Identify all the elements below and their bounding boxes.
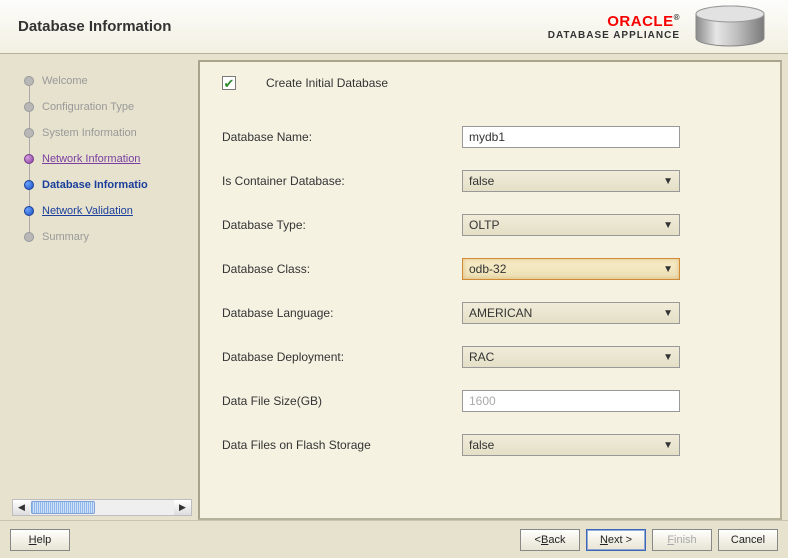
select-db-language[interactable]: AMERICAN ▼ <box>462 302 680 324</box>
label-data-on-flash: Data Files on Flash Storage <box>222 438 452 452</box>
select-value: false <box>469 438 494 452</box>
label-db-type: Database Type: <box>222 218 452 232</box>
step-label[interactable]: Network Information <box>42 153 140 165</box>
step-config-type: Configuration Type <box>6 94 192 120</box>
select-data-on-flash[interactable]: false ▼ <box>462 434 680 456</box>
step-database-info[interactable]: Database Informatio <box>6 172 192 198</box>
select-value: odb-32 <box>469 262 506 276</box>
step-label: System Information <box>42 127 137 139</box>
select-value: false <box>469 174 494 188</box>
label-db-deployment: Database Deployment: <box>222 350 452 364</box>
scroll-right-icon[interactable]: ▶ <box>174 500 191 515</box>
step-label: Configuration Type <box>42 101 134 113</box>
cancel-button[interactable]: Cancel <box>718 529 778 551</box>
step-network-info[interactable]: Network Information <box>6 146 192 172</box>
step-label: Welcome <box>42 75 88 87</box>
select-db-deployment[interactable]: RAC ▼ <box>462 346 680 368</box>
finish-button: Finish <box>652 529 712 551</box>
step-dot-icon <box>24 232 34 242</box>
step-dot-icon <box>24 206 34 216</box>
step-dot-icon <box>24 128 34 138</box>
step-dot-icon <box>24 102 34 112</box>
main-area: Welcome Configuration Type System Inform… <box>0 54 788 520</box>
step-dot-icon <box>24 154 34 164</box>
chevron-down-icon: ▼ <box>663 440 673 451</box>
help-button[interactable]: Help <box>10 529 70 551</box>
step-dot-icon <box>24 180 34 190</box>
back-button[interactable]: < Back <box>520 529 580 551</box>
select-db-type[interactable]: OLTP ▼ <box>462 214 680 236</box>
footer: Help < Back Next > Finish Cancel <box>0 520 788 558</box>
chevron-down-icon: ▼ <box>663 176 673 187</box>
logo-area: ORACLE® DATABASE APPLIANCE <box>548 5 770 49</box>
chevron-down-icon: ▼ <box>663 264 673 275</box>
label-db-class: Database Class: <box>222 262 452 276</box>
database-cylinder-icon <box>690 5 770 49</box>
label-is-container: Is Container Database: <box>222 174 452 188</box>
scroll-thumb[interactable] <box>31 501 95 514</box>
next-button[interactable]: Next > <box>586 529 646 551</box>
select-value: OLTP <box>469 218 499 232</box>
label-db-language: Database Language: <box>222 306 452 320</box>
page-title: Database Information <box>18 18 171 35</box>
step-dot-icon <box>24 76 34 86</box>
chevron-down-icon: ▼ <box>663 220 673 231</box>
label-db-name: Database Name: <box>222 130 452 144</box>
select-value: AMERICAN <box>469 306 532 320</box>
sidebar: Welcome Configuration Type System Inform… <box>6 60 192 520</box>
sidebar-scrollbar[interactable]: ◀ ▶ <box>12 499 192 516</box>
form-panel: ✔ Create Initial Database Database Name:… <box>198 60 782 520</box>
step-label[interactable]: Network Validation <box>42 205 133 217</box>
chevron-down-icon: ▼ <box>663 308 673 319</box>
scroll-left-icon[interactable]: ◀ <box>13 500 30 515</box>
input-data-file-size <box>462 390 680 412</box>
brand-name: ORACLE® <box>548 13 680 30</box>
step-network-validation[interactable]: Network Validation <box>6 198 192 224</box>
create-initial-db-checkbox[interactable]: ✔ <box>222 76 236 90</box>
chevron-down-icon: ▼ <box>663 352 673 363</box>
select-is-container[interactable]: false ▼ <box>462 170 680 192</box>
step-summary: Summary <box>6 224 192 250</box>
step-welcome: Welcome <box>6 68 192 94</box>
select-db-class[interactable]: odb-32 ▼ <box>462 258 680 280</box>
step-label: Database Informatio <box>42 179 148 191</box>
label-data-file-size: Data File Size(GB) <box>222 394 452 408</box>
step-label: Summary <box>42 231 89 243</box>
create-initial-db-label: Create Initial Database <box>266 76 388 90</box>
select-value: RAC <box>469 350 494 364</box>
brand-subtitle: DATABASE APPLIANCE <box>548 30 680 41</box>
step-system-info: System Information <box>6 120 192 146</box>
input-db-name[interactable] <box>462 126 680 148</box>
header: Database Information ORACLE® DATABASE AP… <box>0 0 788 54</box>
